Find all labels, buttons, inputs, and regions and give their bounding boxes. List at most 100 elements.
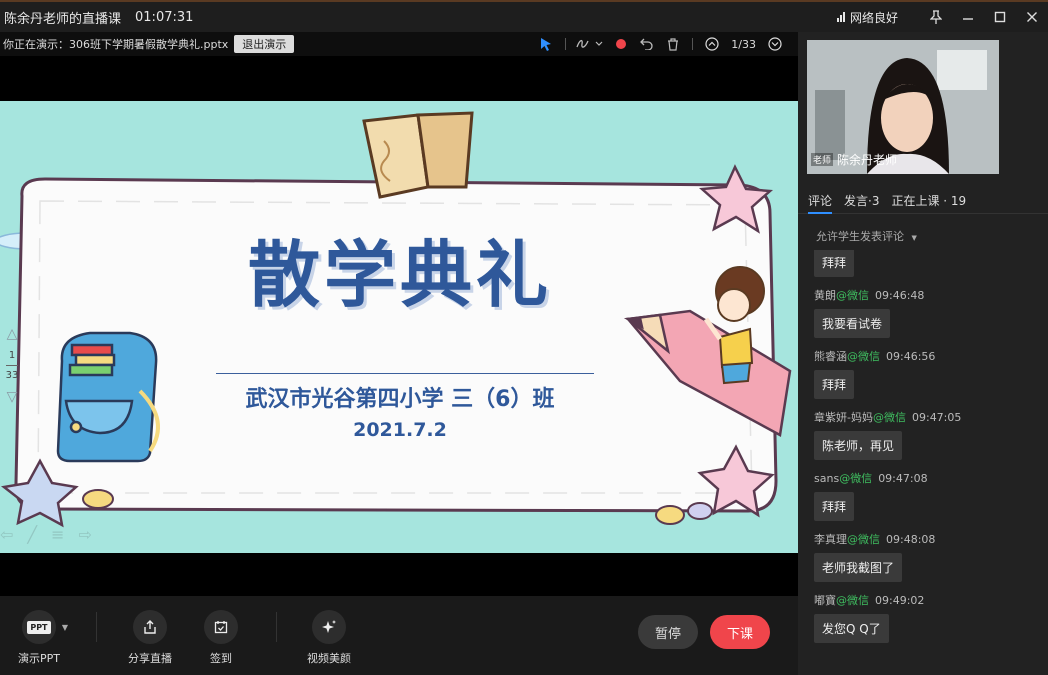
toolbar-divider	[276, 612, 277, 642]
comment-source: @微信	[872, 411, 906, 424]
comment-time: 09:49:02	[875, 594, 925, 607]
comment-source: @微信	[847, 533, 880, 546]
comment-list[interactable]: 拜拜 黄朗@微信 09:46:48 我要看试卷 熊睿涵@微信 09:46:56 拜拜…	[814, 250, 1044, 675]
comment-time: 09:46:56	[886, 350, 936, 363]
present-ppt-button[interactable]: PPT ▼ 演示PPT	[18, 610, 72, 666]
comment-item: 拜拜	[814, 250, 1044, 277]
class-timer: 01:07:31	[135, 9, 194, 25]
backpack-illustration	[56, 331, 160, 463]
allow-comments-label: 允许学生发表评论	[816, 230, 904, 243]
network-status-label: 网络良好	[849, 10, 898, 25]
close-icon	[1027, 12, 1037, 22]
comment-time: 09:47:08	[878, 472, 928, 485]
allow-comments-toggle[interactable]: 允许学生发表评论 ▼	[816, 228, 917, 244]
end-class-button[interactable]: 下课	[710, 615, 770, 649]
page-down-icon[interactable]: ▽	[7, 389, 18, 405]
toolbar-divider	[565, 38, 567, 50]
slide-divider	[216, 373, 594, 374]
page-current: 1	[8, 350, 16, 361]
comment-meta: 李真理@微信 09:48:08	[814, 531, 1044, 547]
comment-text: 发您Q Q了	[814, 614, 889, 643]
pen-icon[interactable]: ╱	[27, 525, 37, 544]
sparkle-icon	[312, 610, 346, 644]
pin-button[interactable]	[920, 1, 952, 33]
arrow-right-icon[interactable]: ⇨	[78, 525, 91, 544]
maximize-button[interactable]	[984, 1, 1016, 33]
previous-page-button[interactable]	[699, 32, 725, 56]
slide-school-name: 武汉市光谷第四小学 三（6）班	[245, 387, 555, 412]
comment-text: 拜拜	[814, 250, 855, 277]
page-indicator: 1/33	[731, 37, 756, 51]
signal-icon	[836, 12, 845, 22]
bottom-toolbar: PPT ▼ 演示PPT 分享直播 签到 视频美颜 暂停 下课	[0, 596, 798, 675]
book-illustration	[362, 111, 474, 199]
clear-tool[interactable]	[660, 32, 686, 56]
teacher-label: 老师 陈余丹老师	[811, 151, 897, 168]
comment-text: 陈老师，再见	[814, 431, 903, 460]
calendar-check-icon	[204, 610, 238, 644]
comment-author: 李真理	[814, 533, 847, 546]
panel-tabs: 评论 发言·3 正在上课 · 19	[798, 188, 1048, 214]
ppt-icon: PPT	[21, 610, 56, 644]
slide-tools: ⇦ ╱ ≡ ⇨	[0, 525, 92, 544]
live-class-window: 陈余丹老师的直播课 01:07:31 网络良好 你正在演示：306班下学期暑假散…	[0, 0, 1048, 675]
toolbar-divider	[96, 612, 97, 642]
comment-meta: 熊睿涵@微信 09:46:56	[814, 348, 1044, 364]
comment-source: @微信	[839, 472, 873, 485]
pen-scribble-icon	[576, 39, 603, 48]
sign-in-label: 签到	[210, 652, 232, 665]
close-button[interactable]	[1016, 1, 1048, 33]
sign-in-button[interactable]: 签到	[204, 610, 238, 666]
toolbar-divider	[692, 38, 694, 50]
present-ppt-label: 演示PPT	[18, 652, 60, 665]
presentation-toolbar: 你正在演示：306班下学期暑假散学典礼.pptx 退出演示 1/33	[0, 32, 798, 56]
video-beauty-button[interactable]: 视频美颜	[307, 610, 351, 666]
comment-item: 黄朗@微信 09:46:48 我要看试卷	[814, 287, 1044, 338]
undo-tool[interactable]	[634, 32, 660, 56]
comment-item: 李真理@微信 09:48:08 老师我截图了	[814, 531, 1044, 582]
comment-text: 老师我截图了	[814, 553, 903, 582]
pen-tool[interactable]	[572, 32, 608, 56]
comment-time: 09:46:48	[875, 289, 925, 302]
cursor-icon	[541, 38, 552, 51]
caret-down-icon[interactable]: ▼	[62, 623, 68, 632]
ppt-icon-text: PPT	[27, 620, 51, 634]
slide-stage: 散学典礼 武汉市光谷第四小学 三（6）班 2021.7.2 △ 1 33 ▽ ⇦…	[0, 56, 798, 596]
comment-text: 拜拜	[814, 370, 855, 399]
comment-item: 章紫妍-妈妈@微信 09:47:05 陈老师，再见	[814, 409, 1044, 460]
pause-button[interactable]: 暂停	[638, 615, 698, 649]
next-page-button[interactable]	[762, 32, 788, 56]
exit-presentation-button[interactable]: 退出演示	[234, 35, 295, 53]
tab-speaking[interactable]: 发言·3	[844, 188, 879, 214]
red-dot-icon	[616, 39, 627, 49]
arrow-left-icon[interactable]: ⇦	[0, 525, 13, 544]
page-divider	[6, 365, 18, 366]
comment-author: 熊睿涵	[814, 350, 847, 363]
comment-meta: sans@微信 09:47:08	[814, 470, 1044, 486]
comment-time: 09:48:08	[886, 533, 936, 546]
slide-canvas: 散学典礼 武汉市光谷第四小学 三（6）班 2021.7.2 △ 1 33 ▽ ⇦…	[0, 101, 798, 553]
trash-icon	[668, 37, 679, 51]
menu-icon[interactable]: ≡	[51, 525, 64, 544]
page-total: 33	[5, 370, 19, 381]
presenting-label: 你正在演示：306班下学期暑假散学典礼.pptx	[3, 38, 229, 51]
share-icon	[133, 610, 167, 644]
share-live-label: 分享直播	[128, 652, 172, 665]
comment-item: sans@微信 09:47:08 拜拜	[814, 470, 1044, 521]
comment-item: 嘟寶@微信 09:49:02 发您Q Q了	[814, 592, 1044, 643]
video-beauty-label: 视频美颜	[307, 652, 351, 665]
teacher-tag: 老师	[811, 153, 834, 166]
share-live-button[interactable]: 分享直播	[128, 610, 172, 666]
comment-text: 拜拜	[814, 492, 855, 521]
tab-attending[interactable]: 正在上课 · 19	[891, 188, 966, 214]
slide-date: 2021.7.2	[353, 419, 447, 441]
page-up-icon[interactable]: △	[7, 326, 18, 342]
pen-color-tool[interactable]	[608, 32, 634, 56]
teacher-name: 陈余丹老师	[837, 153, 898, 167]
minimize-button[interactable]	[952, 1, 984, 33]
pointer-tool[interactable]	[533, 32, 559, 56]
comment-meta: 章紫妍-妈妈@微信 09:47:05	[814, 409, 1044, 425]
tab-comments[interactable]: 评论	[808, 188, 833, 214]
comment-source: @微信	[836, 594, 869, 607]
pin-icon	[930, 10, 942, 24]
